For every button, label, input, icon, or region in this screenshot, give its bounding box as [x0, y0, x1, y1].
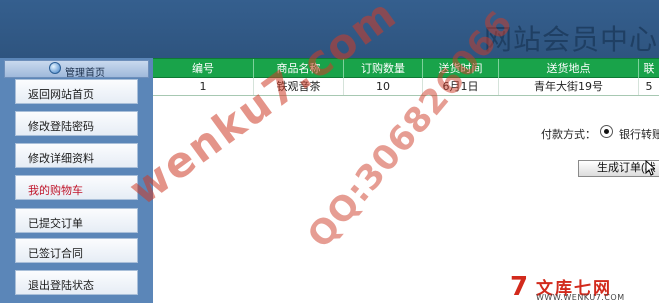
col-quantity: 订购数量 [343, 59, 422, 78]
col-delivery-place: 送货地点 [498, 59, 638, 78]
logo-url: WWW.WENKU7.COM [536, 293, 625, 302]
col-contact: 联 [638, 59, 659, 78]
site-banner: 网站会员中心 [0, 0, 659, 58]
sidebar-item-label: 修改登陆密码 [28, 120, 94, 133]
sidebar-item-logout[interactable]: 退出登陆状态 [15, 270, 138, 295]
sidebar-item-label: 已签订合同 [28, 247, 83, 260]
payment-radio-bank[interactable] [600, 125, 613, 138]
cell-delivery-place: 青年大街19号 [498, 78, 638, 95]
cell-quantity: 10 [343, 78, 422, 95]
col-id: 编号 [192, 62, 214, 75]
cell-id: 1 [199, 80, 207, 93]
logo-mark-icon: 7 [510, 272, 529, 302]
table-row: 1 铁观音茶 10 6月1日 青年大街19号 5 [153, 78, 659, 96]
sidebar-item-label: 我的购物车 [28, 184, 83, 197]
sidebar-item-home[interactable]: 返回网站首页 [15, 79, 138, 104]
wenku7-logo: 7 文库七网 WWW.WENKU7.COM [510, 272, 659, 303]
sidebar-item-cart[interactable]: 我的购物车 [15, 175, 138, 200]
cell-delivery-time: 6月1日 [422, 78, 498, 95]
sidebar-item-change-password[interactable]: 修改登陆密码 [15, 111, 138, 136]
cell-product: 铁观音茶 [253, 78, 343, 95]
sidebar-item-edit-profile[interactable]: 修改详细资料 [15, 143, 138, 168]
sidebar-heading: 管理首页 [4, 60, 149, 79]
payment-option-label: 银行转账 [619, 128, 659, 141]
col-delivery-time: 送货时间 [422, 59, 498, 78]
sidebar-item-contracts[interactable]: 已签订合同 [15, 238, 138, 263]
table-header: 编号 商品名称 订购数量 送货时间 送货地点 联 [153, 58, 659, 78]
sidebar-item-label: 返回网站首页 [28, 88, 94, 101]
page-title: 网站会员中心 [484, 23, 659, 56]
sidebar-item-submitted-orders[interactable]: 已提交订单 [15, 208, 138, 233]
sidebar-heading-label: 管理首页 [65, 68, 105, 79]
sidebar-item-label: 已提交订单 [28, 217, 83, 230]
sidebar-item-label: 退出登陆状态 [28, 279, 94, 292]
payment-label: 付款方式： [541, 128, 596, 141]
sidebar: 管理首页 返回网站首页 修改登陆密码 修改详细资料 我的购物车 已提交订单 已签… [0, 58, 153, 303]
col-product: 商品名称 [253, 59, 343, 78]
mouse-cursor-icon [645, 160, 655, 176]
globe-icon [49, 62, 61, 74]
cell-contact: 5 [638, 78, 659, 95]
sidebar-item-label: 修改详细资料 [28, 152, 94, 165]
